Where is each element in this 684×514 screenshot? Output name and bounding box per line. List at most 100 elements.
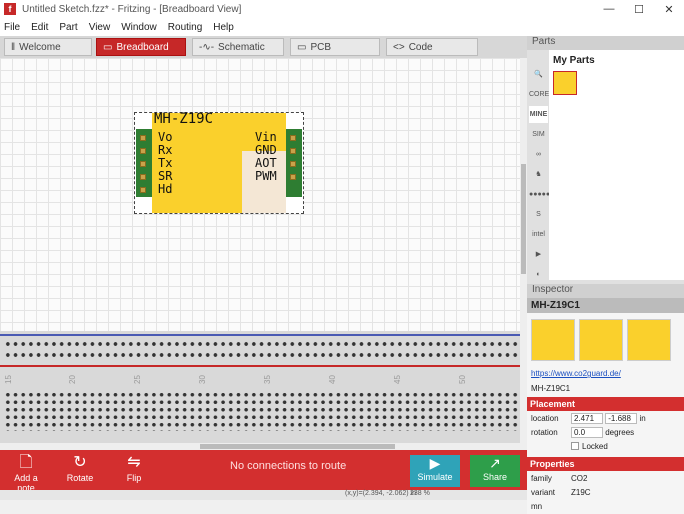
simulate-button[interactable]: ▶ Simulate xyxy=(410,455,460,487)
schematic-icon: -∿- xyxy=(199,41,215,53)
tab-label: Schematic xyxy=(218,41,265,53)
bin-contrib-icon[interactable]: ♞ xyxy=(529,166,548,183)
code-icon: <> xyxy=(393,41,405,53)
simulate-label: Simulate xyxy=(417,472,453,482)
welcome-icon: ‖ xyxy=(11,41,16,53)
manufacturer-link[interactable]: https://www.co2guard.de/ xyxy=(527,367,684,380)
bottom-toolbar: 🗋 Add a note ↻ Rotate ⇋ Flip No connecti… xyxy=(0,450,527,493)
locked-checkbox[interactable] xyxy=(571,442,579,450)
schematic-image xyxy=(579,319,623,361)
menu-help[interactable]: Help xyxy=(213,22,234,33)
my-parts-title: My Parts xyxy=(553,55,595,66)
part-thumbnail[interactable] xyxy=(553,71,577,95)
flip-label: Flip xyxy=(126,473,142,483)
left-pin-header xyxy=(136,129,152,197)
share-button[interactable]: ↗ Share xyxy=(470,455,520,487)
tab-welcome[interactable]: ‖ Welcome xyxy=(4,38,92,56)
tab-label: Code xyxy=(408,41,433,53)
menu-part[interactable]: Part xyxy=(59,22,77,33)
menu-edit[interactable]: Edit xyxy=(31,22,48,33)
right-pin-header xyxy=(286,129,302,197)
flip-button[interactable]: ⇋ Flip xyxy=(114,453,154,483)
pin-label: PWM xyxy=(255,169,277,183)
bin-arduino-icon[interactable]: ∞ xyxy=(529,146,548,163)
breadboard-icon: ▭ xyxy=(103,41,113,53)
part-title: MH-Z19C xyxy=(154,111,214,127)
family-row: family CO2 xyxy=(531,473,588,483)
rotate-button[interactable]: ↻ Rotate xyxy=(60,453,100,483)
bin-seeed-icon[interactable]: ●●●●● xyxy=(529,186,550,203)
search-icon[interactable]: 🔍 xyxy=(529,66,548,83)
maximize-button[interactable]: ☐ xyxy=(624,3,654,16)
power-rail-blue xyxy=(0,334,520,336)
rail-holes xyxy=(4,351,518,359)
location-y-field[interactable]: -1.688 xyxy=(605,412,638,424)
menu-window[interactable]: Window xyxy=(121,22,157,33)
part-view-images xyxy=(527,313,684,367)
menu-file[interactable]: File xyxy=(4,22,20,33)
vertical-scrollbar[interactable] xyxy=(520,58,527,450)
tab-code[interactable]: <> Code xyxy=(386,38,478,56)
bin-snootlab-icon[interactable]: ▶ xyxy=(529,246,548,263)
breadboard[interactable]: 15 20 25 30 35 40 45 50 xyxy=(0,331,520,450)
left-pin-labels: Vo Rx Tx SR Hd xyxy=(158,131,172,196)
menu-routing[interactable]: Routing xyxy=(168,22,202,33)
bin-sim[interactable]: SIM xyxy=(529,126,548,143)
rotation-row: rotation 0.0 degrees xyxy=(531,426,635,438)
bin-mine[interactable]: MINE xyxy=(529,106,548,123)
play-icon: ▶ xyxy=(429,455,441,471)
right-panel: Parts 🔍 CORE MINE SIM ∞ ♞ ●●●●● S intel … xyxy=(527,36,684,514)
window-title: Untitled Sketch.fzz* - Fritzing - [Bread… xyxy=(22,3,242,15)
variant-row: variant Z19C xyxy=(531,487,591,497)
bin-intel-icon[interactable]: intel xyxy=(529,226,548,243)
location-x-field[interactable]: 2.471 xyxy=(571,412,603,424)
routing-status: No connections to route xyxy=(230,460,347,472)
power-rail-red xyxy=(0,365,520,367)
pin-label: Hd xyxy=(158,182,173,196)
right-pin-labels: Vin GND AOT PWM xyxy=(255,131,277,183)
variant-value[interactable]: Z19C xyxy=(571,488,591,497)
terminal-holes xyxy=(4,391,518,431)
column-numbers: 15 20 25 30 35 40 45 50 xyxy=(3,375,467,384)
rail-holes xyxy=(4,340,518,348)
title-bar: f Untitled Sketch.fzz* - Fritzing - [Bre… xyxy=(0,0,684,18)
parts-header: Parts xyxy=(527,36,684,50)
add-note-button[interactable]: 🗋 Add a note xyxy=(6,453,46,493)
view-tabs: ‖ Welcome ▭ Breadboard -∿- Schematic ▭ P… xyxy=(0,36,527,58)
bin-other-icon[interactable]: ◐ xyxy=(529,266,548,283)
flip-icon: ⇋ xyxy=(127,454,141,471)
inspector-part-name: MH-Z19C1 xyxy=(527,298,684,313)
properties-section: Properties xyxy=(527,457,684,471)
rotate-label: Rotate xyxy=(66,473,94,483)
menu-bar: File Edit Part View Window Routing Help xyxy=(0,18,684,36)
inspector-panel: MH-Z19C1 https://www.co2guard.de/ MH-Z19… xyxy=(527,298,684,514)
close-button[interactable]: ✕ xyxy=(654,3,684,16)
coordinates-readout: (x,y)=(2.394, -2.062) in xyxy=(345,490,417,497)
share-icon: ↗ xyxy=(489,455,501,471)
my-parts-bin: My Parts xyxy=(549,50,684,280)
rotation-field[interactable]: 0.0 xyxy=(571,426,603,438)
fritzing-logo-icon: f xyxy=(4,3,16,15)
note-icon: 🗋 xyxy=(19,454,33,471)
bin-sparkfun-icon[interactable]: S xyxy=(529,206,548,223)
horizontal-scrollbar[interactable] xyxy=(0,443,520,450)
family-value: CO2 xyxy=(571,473,588,483)
zoom-level: 238 % xyxy=(410,490,430,497)
tab-schematic[interactable]: -∿- Schematic xyxy=(192,38,284,56)
menu-view[interactable]: View xyxy=(89,22,111,33)
mh-z19c-part[interactable]: MH-Z19C Vo Rx Tx SR Hd Vin GND AOT PWM xyxy=(134,111,304,214)
inspector-header: Inspector xyxy=(527,284,684,298)
bin-core[interactable]: CORE xyxy=(529,86,549,103)
tab-breadboard[interactable]: ▭ Breadboard xyxy=(96,38,186,56)
share-label: Share xyxy=(482,472,508,482)
placement-section: Placement xyxy=(527,397,684,411)
minimize-button[interactable]: — xyxy=(594,3,624,15)
tab-pcb[interactable]: ▭ PCB xyxy=(290,38,380,56)
rotate-icon: ↻ xyxy=(73,454,87,471)
tab-label: PCB xyxy=(310,41,332,53)
tab-label: Breadboard xyxy=(116,41,169,53)
locked-row: Locked xyxy=(527,439,684,453)
tab-label: Welcome xyxy=(19,41,61,53)
parts-bins: 🔍 CORE MINE SIM ∞ ♞ ●●●●● S intel ▶ ◐ xyxy=(529,66,550,286)
status-bar: (x,y)=(2.394, -2.062) in 238 % xyxy=(0,490,527,500)
